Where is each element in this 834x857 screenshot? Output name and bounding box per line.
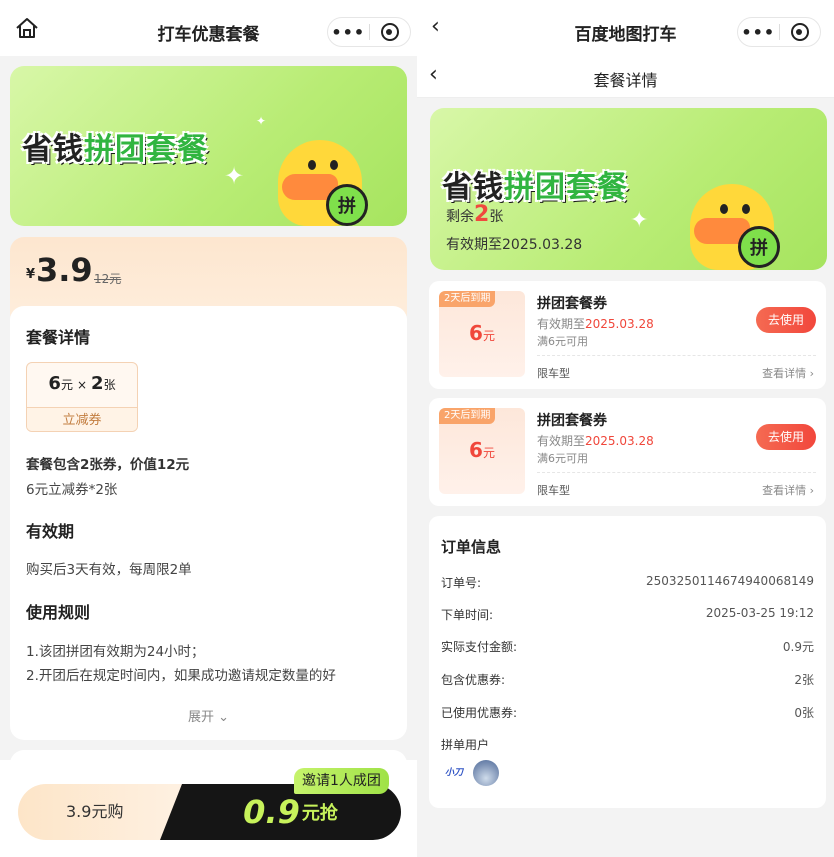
coupon-amount: 6 (48, 373, 61, 394)
banner-title: 省钱拼团套餐 (22, 132, 208, 167)
ticket-minimum: 满6元可用 (537, 452, 588, 465)
order-row-value: 2张 (794, 673, 814, 687)
remaining-count: 剩余2张 (446, 202, 504, 227)
package-summary: 套餐包含2张券，价值12元 (26, 457, 190, 473)
order-row-key: 实际支付金额: (441, 640, 518, 654)
ticket-divider (537, 472, 816, 473)
package-details-card: 套餐详情 6 元 × 2 张 立减券 套餐包含2张券，价值12元 6元立减券*2… (10, 306, 407, 740)
order-row-value: 0.9元 (782, 640, 814, 654)
right-panel: ‹ 百度地图打车 ••• ‹ 套餐详情 ✦ 省钱拼团套餐 剩余2张 有效期至20… (417, 0, 834, 857)
order-row-key: 下单时间: (441, 608, 494, 622)
ticket-divider (537, 355, 816, 356)
avatar (473, 760, 499, 786)
close-mini-program-button[interactable] (369, 23, 410, 41)
valid-until: 有效期至2025.03.28 (446, 237, 583, 253)
coupon-summary-box: 6 元 × 2 张 立减券 (26, 362, 138, 432)
expire-tag: 2天后到期 (439, 408, 496, 424)
ticket-type: 限车型 (537, 367, 570, 380)
group-badge: 拼 (326, 184, 368, 226)
expire-tag: 2天后到期 (439, 291, 496, 307)
invite-tag: 邀请1人成团 (294, 768, 389, 794)
top-bar: 打车优惠套餐 ••• (0, 0, 417, 56)
ticket-minimum: 满6元可用 (537, 335, 588, 348)
sparkle-icon: ✦ (630, 208, 649, 233)
order-row-key: 已使用优惠券: (441, 706, 518, 720)
sub-title: 套餐详情 (593, 71, 658, 90)
rule-item: 2.开团后在规定时间内，如果成功邀请规定数量的好 (26, 668, 336, 684)
package-price: 3.9 (36, 251, 93, 289)
order-row-key: 包含优惠券: (441, 673, 506, 687)
left-panel: 打车优惠套餐 ••• ✦ ✦ 省钱拼团套餐 拼 ¥ 3.9 12元 套餐详情 6 (0, 0, 417, 857)
mini-program-capsule: ••• (327, 17, 411, 47)
sparkle-icon: ✦ (256, 114, 267, 128)
use-coupon-button[interactable]: 去使用 (756, 424, 816, 450)
ticket-validity: 有效期至2025.03.28 (537, 434, 654, 448)
mini-program-capsule: ••• (737, 17, 821, 47)
coupon-times: × (76, 378, 88, 392)
sub-header: ‹ 套餐详情 (417, 56, 834, 98)
sparkle-icon: ✦ (224, 162, 245, 190)
group-price: 0.9 (243, 793, 300, 831)
rules-title: 使用规则 (26, 603, 91, 622)
coupon-count: 2 (91, 373, 104, 394)
coupon-ticket: 2天后到期 6元 拼团套餐券 有效期至2025.03.28 满6元可用 限车型 … (429, 398, 826, 506)
order-row-paid: 实际支付金额: 0.9元 (441, 638, 814, 658)
ticket-type: 限车型 (537, 484, 570, 497)
expand-link[interactable]: 展开 ⌄ (10, 706, 407, 725)
coupon-unit: 元 (60, 378, 73, 392)
top-bar: ‹ 百度地图打车 ••• (417, 0, 834, 56)
order-row-coupons: 包含优惠券: 2张 (441, 671, 814, 691)
details-title: 套餐详情 (26, 328, 91, 347)
ticket-title: 拼团套餐券 (537, 413, 607, 429)
order-row-value: 0张 (794, 706, 814, 720)
order-info-card: 订单信息 订单号: 2503250114674940068149 下单时间: 2… (429, 516, 826, 808)
price-currency: ¥ (26, 267, 36, 282)
avatar: 小刀 (441, 760, 467, 786)
group-users-label: 拼单用户 (441, 738, 490, 752)
order-title: 订单信息 (441, 538, 502, 556)
rule-item: 1.该团拼团有效期为24小时； (26, 644, 205, 660)
coupon-ticket: 2天后到期 6元 拼团套餐券 有效期至2025.03.28 满6元可用 限车型 … (429, 281, 826, 389)
bottom-purchase-bar: 3.9元购 0.9 元抢 邀请1人成团 (0, 760, 417, 857)
order-row-value: 2503250114674940068149 (646, 574, 814, 588)
banner-title: 省钱拼团套餐 (442, 170, 628, 205)
use-coupon-button[interactable]: 去使用 (756, 307, 816, 333)
ticket-stub: 2天后到期 6元 (439, 408, 525, 494)
order-row-value: 2025-03-25 19:12 (705, 606, 814, 620)
original-price: 12元 (94, 272, 122, 286)
promo-banner: ✦ ✦ 省钱拼团套餐 拼 (10, 66, 407, 226)
target-icon (380, 23, 399, 41)
group-price-suffix: 元抢 (301, 803, 338, 824)
coupon-label: 立减券 (27, 407, 137, 431)
order-row-used: 已使用优惠券: 0张 (441, 704, 814, 724)
ticket-stub: 2天后到期 6元 (439, 291, 525, 377)
ticket-title: 拼团套餐券 (537, 296, 607, 312)
ticket-amount: 6元 (469, 321, 495, 345)
more-menu-button[interactable]: ••• (328, 23, 369, 42)
group-badge: 拼 (738, 226, 780, 268)
view-details-link[interactable]: 查看详情 › (762, 482, 814, 498)
validity-title: 有效期 (26, 522, 75, 541)
view-details-link[interactable]: 查看详情 › (762, 365, 814, 381)
ticket-amount: 6元 (469, 438, 495, 462)
ticket-validity: 有效期至2025.03.28 (537, 317, 654, 331)
close-mini-program-button[interactable] (779, 23, 820, 41)
more-menu-button[interactable]: ••• (738, 23, 779, 42)
order-row-key: 订单号: (441, 576, 482, 590)
order-row-time: 下单时间: 2025-03-25 19:12 (441, 606, 814, 626)
coupon-count-unit: 张 (103, 378, 116, 392)
promo-banner: ✦ 省钱拼团套餐 剩余2张 有效期至2025.03.28 拼 (430, 108, 827, 270)
validity-text: 购买后3天有效，每周限2单 (26, 562, 192, 578)
order-row-number: 订单号: 2503250114674940068149 (441, 574, 814, 594)
package-summary-sub: 6元立减券*2张 (26, 482, 118, 498)
target-icon (790, 23, 809, 41)
